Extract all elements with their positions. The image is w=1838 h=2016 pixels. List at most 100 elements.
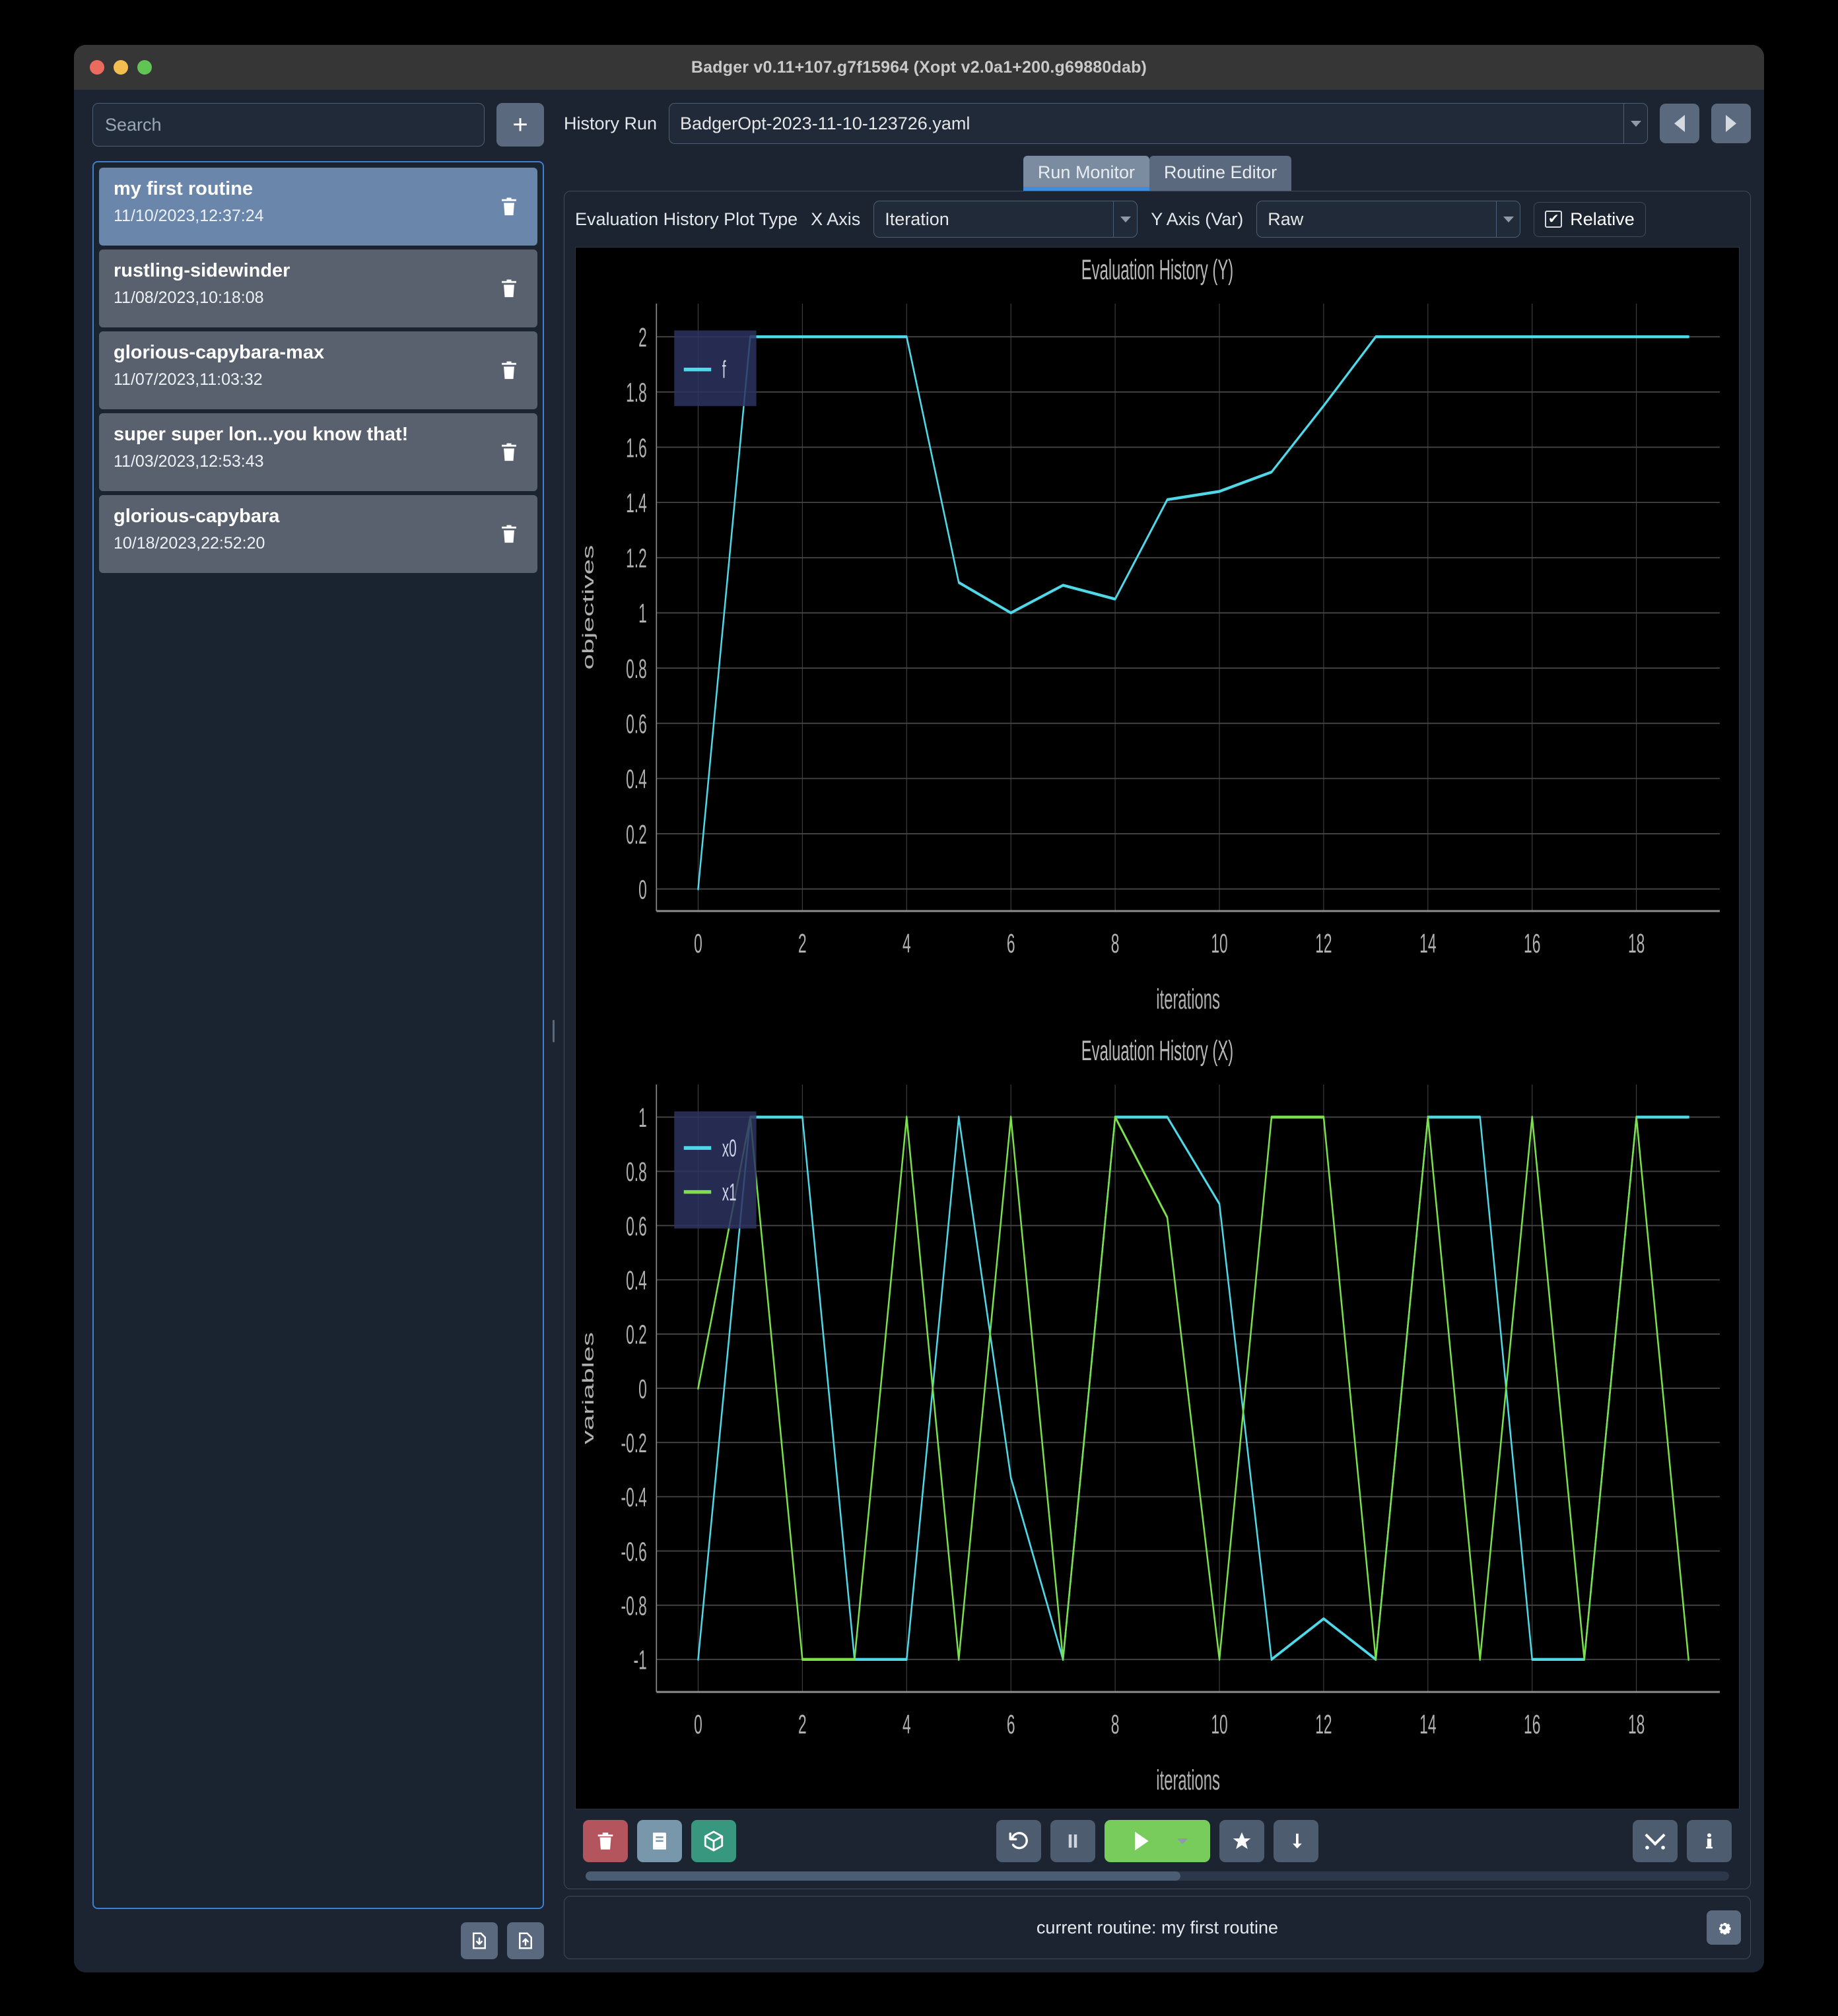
export-routine-button[interactable] [507, 1922, 544, 1959]
checkbox-icon: ✔ [1545, 211, 1563, 228]
plus-icon: + [512, 110, 528, 139]
horizontal-scrollbar[interactable] [586, 1871, 1729, 1881]
svg-text:Evaluation History (Y): Evaluation History (Y) [1081, 255, 1233, 286]
svg-text:variables: variables [580, 1332, 597, 1444]
routine-list[interactable]: my first routine 11/10/2023,12:37:24 rustl… [92, 161, 544, 1909]
y-axis-label: Y Axis (Var) [1151, 209, 1244, 229]
y-axis-value: Raw [1268, 209, 1304, 229]
add-routine-button[interactable]: + [496, 103, 544, 147]
delete-routine-icon[interactable] [498, 521, 520, 547]
x-axis-select[interactable]: Iteration [873, 201, 1138, 238]
play-icon [1134, 1831, 1149, 1851]
relative-checkbox[interactable]: ✔ Relative [1534, 201, 1646, 237]
settings-button[interactable] [1707, 1910, 1741, 1945]
svg-text:-0.8: -0.8 [621, 1590, 647, 1621]
chevron-left-icon [1674, 115, 1685, 132]
routine-name: glorious-capybara-max [114, 342, 325, 363]
svg-text:6: 6 [1007, 928, 1015, 958]
routine-name: super super lon...you know that! [114, 424, 409, 445]
svg-text:0.4: 0.4 [626, 1265, 647, 1295]
svg-text:x0: x0 [722, 1135, 737, 1162]
svg-text:-0.2: -0.2 [621, 1427, 647, 1458]
minimize-button[interactable] [114, 60, 128, 75]
routine-list-item[interactable]: glorious-capybara 10/18/2023,22:52:20 [99, 495, 537, 573]
run-options-chevron-down-icon[interactable] [1176, 1838, 1188, 1844]
status-bar: current routine: my first routine [564, 1896, 1751, 1959]
tab-routine-editor-label: Routine Editor [1163, 162, 1277, 182]
history-run-row: History Run BadgerOpt-2023-11-10-123726.… [564, 103, 1751, 144]
run-button[interactable] [1105, 1820, 1210, 1862]
svg-text:-0.4: -0.4 [621, 1482, 647, 1512]
svg-text:0.8: 0.8 [626, 654, 647, 684]
y-axis-select[interactable]: Raw [1256, 201, 1521, 238]
chevron-down-icon [1623, 104, 1647, 143]
box-icon [704, 1831, 724, 1852]
routine-date: 11/03/2023,12:53:43 [114, 452, 264, 471]
delete-routine-icon[interactable] [498, 440, 520, 465]
delete-routine-icon[interactable] [498, 358, 520, 383]
routine-list-item[interactable]: rustling-sidewinder 11/08/2023,10:18:08 [99, 250, 537, 327]
history-run-label: History Run [564, 113, 658, 133]
evaluation-history-x-plot[interactable]: Evaluation History (X) 0 2 4 6 8 10 12 14 16 18 1 0.… [576, 1028, 1739, 1809]
svg-text:iterations: iterations [1156, 984, 1220, 1015]
svg-text:18: 18 [1628, 928, 1645, 958]
delete-run-button[interactable] [583, 1820, 628, 1862]
svg-text:12: 12 [1315, 928, 1332, 958]
window-title: Badger v0.11+107.g7f15964 (Xopt v2.0a1+2… [691, 57, 1147, 77]
history-run-select[interactable]: BadgerOpt-2023-11-10-123726.yaml [669, 103, 1648, 144]
panel-splitter[interactable] [549, 103, 557, 1959]
archive-button[interactable] [691, 1820, 736, 1862]
delete-routine-icon[interactable] [498, 194, 520, 219]
svg-text:0: 0 [694, 928, 702, 958]
gear-icon [1719, 1923, 1731, 1935]
chevron-right-icon [1726, 115, 1736, 132]
routine-list-item[interactable]: glorious-capybara-max 11/07/2023,11:03:32 [99, 331, 537, 409]
svg-text:8: 8 [1111, 928, 1120, 958]
jump-button[interactable] [1274, 1820, 1318, 1862]
main-panel: History Run BadgerOpt-2023-11-10-123726.… [557, 103, 1751, 1959]
reset-button[interactable] [996, 1820, 1041, 1862]
import-routine-button[interactable] [461, 1922, 498, 1959]
svg-text:Evaluation History (X): Evaluation History (X) [1081, 1036, 1233, 1067]
arrow-down-icon [1293, 1833, 1302, 1849]
logbook-button[interactable] [637, 1820, 682, 1862]
svg-text:-0.6: -0.6 [621, 1536, 647, 1566]
chevron-down-icon [1496, 201, 1520, 237]
trash-icon [597, 1832, 613, 1850]
svg-text:1.4: 1.4 [626, 488, 647, 518]
svg-text:0.2: 0.2 [626, 819, 647, 850]
delete-routine-icon[interactable] [498, 276, 520, 301]
pause-button[interactable] [1050, 1820, 1095, 1862]
reset-icon [1009, 1832, 1028, 1850]
svg-text:2: 2 [638, 322, 647, 353]
history-run-value: BadgerOpt-2023-11-10-123726.yaml [680, 113, 970, 133]
svg-text:x1: x1 [722, 1179, 737, 1206]
next-run-button[interactable] [1711, 104, 1751, 143]
info-button[interactable] [1687, 1820, 1732, 1862]
svg-text:16: 16 [1524, 1708, 1540, 1739]
window-controls [90, 60, 152, 75]
chevron-down-icon [1113, 201, 1137, 237]
search-input[interactable] [92, 103, 485, 147]
svg-text:-1: -1 [634, 1644, 647, 1675]
previous-run-button[interactable] [1660, 104, 1699, 143]
tab-routine-editor[interactable]: Routine Editor [1149, 156, 1292, 191]
tools-button[interactable] [1633, 1820, 1678, 1862]
svg-text:4: 4 [902, 928, 911, 958]
svg-text:0: 0 [694, 1708, 702, 1739]
tab-run-monitor[interactable]: Run Monitor [1023, 156, 1149, 191]
routine-list-item[interactable]: super super lon...you know that! 11/03/20… [99, 413, 537, 491]
routine-name: rustling-sidewinder [114, 260, 290, 281]
svg-text:0: 0 [638, 1373, 647, 1403]
routine-list-item[interactable]: my first routine 11/10/2023,12:37:24 [99, 168, 537, 246]
export-routine-icon [519, 1932, 532, 1949]
title-bar: Badger v0.11+107.g7f15964 (Xopt v2.0a1+2… [74, 45, 1764, 90]
svg-text:objectives: objectives [580, 545, 597, 670]
svg-text:4: 4 [902, 1708, 911, 1739]
book-icon [653, 1832, 666, 1850]
evaluation-history-y-plot[interactable]: Evaluation History (Y) 0 2 4 6 8 10 12 14 16 18 0 0.… [576, 248, 1739, 1028]
svg-text:10: 10 [1211, 928, 1227, 958]
close-button[interactable] [90, 60, 104, 75]
optimal-button[interactable] [1219, 1820, 1264, 1862]
zoom-button[interactable] [137, 60, 152, 75]
